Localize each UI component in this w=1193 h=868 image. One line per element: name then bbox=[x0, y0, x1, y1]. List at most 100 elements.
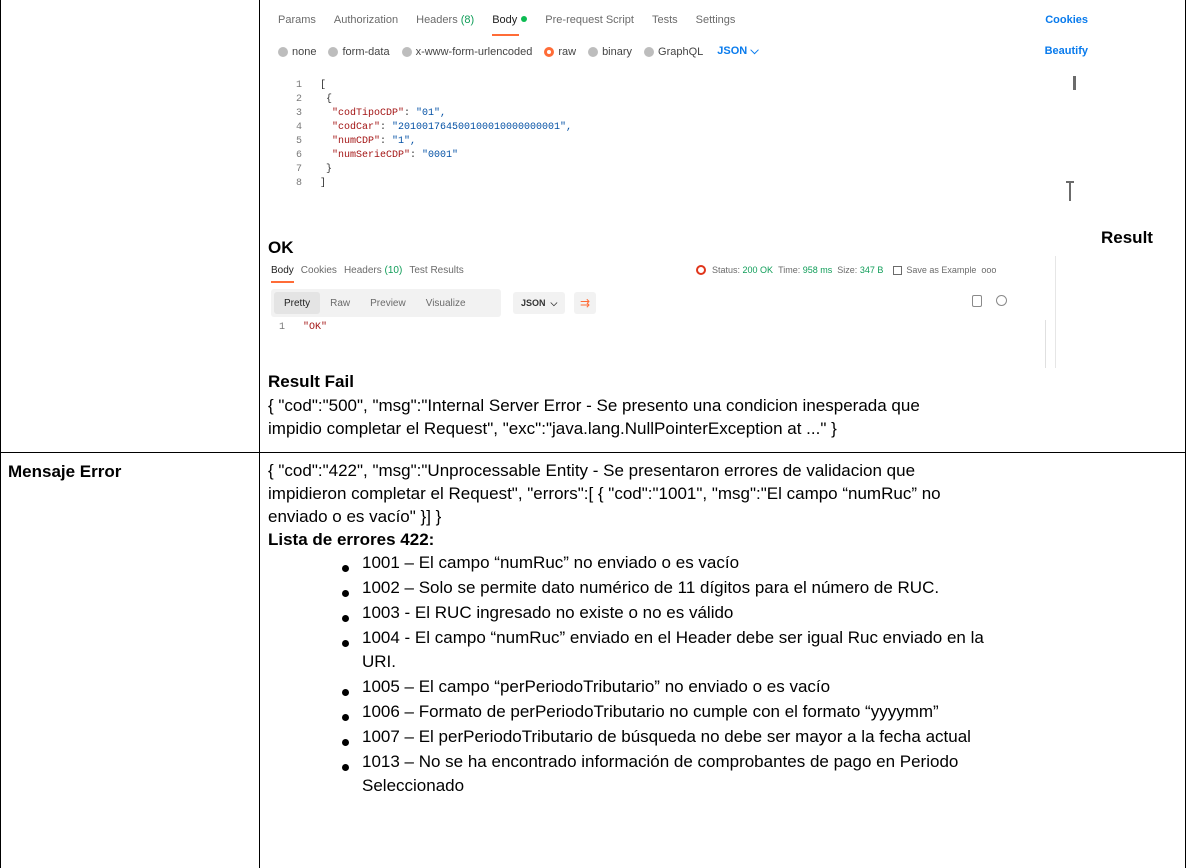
radio-graphql[interactable]: GraphQL bbox=[644, 46, 703, 58]
code-line: 6 "numSerieCDP": "0001" bbox=[272, 150, 1072, 161]
table-border-right bbox=[1185, 0, 1186, 868]
line-number: 1 bbox=[295, 80, 302, 91]
code-line: 1[ bbox=[272, 80, 1072, 91]
code-line: 2{ bbox=[272, 94, 1072, 105]
list-item: 1003 - El RUC ingresado no existe o no e… bbox=[362, 603, 734, 622]
status-value[interactable]: 200 OK bbox=[743, 265, 774, 275]
bullet-icon bbox=[342, 590, 349, 597]
format-select[interactable]: JSON ⌵ bbox=[717, 45, 758, 58]
response-format-select[interactable]: JSON ⌵ bbox=[513, 292, 566, 314]
tab-body[interactable]: Body bbox=[492, 14, 528, 36]
chevron-down-icon: ⌵ bbox=[750, 45, 759, 57]
response-scrollbar[interactable] bbox=[1045, 320, 1046, 368]
code-text: { bbox=[326, 94, 333, 105]
tab-headers-label: Headers bbox=[416, 14, 458, 26]
json-value: "01", bbox=[416, 108, 447, 119]
size-value[interactable]: 347 B bbox=[860, 265, 884, 275]
radio-urlencoded-label: x-www-form-urlencoded bbox=[415, 45, 533, 58]
bullet-icon bbox=[342, 714, 349, 721]
view-mode-selector: Pretty Raw Preview Visualize bbox=[271, 289, 501, 317]
search-icon[interactable] bbox=[996, 295, 1007, 306]
radio-none-icon bbox=[278, 46, 288, 57]
code-text: } bbox=[326, 164, 333, 175]
list-item-continuation: URI. bbox=[362, 652, 396, 671]
more-options-icon[interactable]: ooo bbox=[981, 265, 996, 275]
document-page: Mensaje Error Params Authorization Heade… bbox=[0, 0, 1193, 868]
tab-authorization[interactable]: Authorization bbox=[334, 14, 398, 30]
line-number: 8 bbox=[295, 178, 302, 189]
line-number: 2 bbox=[295, 94, 302, 105]
view-raw[interactable]: Raw bbox=[320, 289, 360, 317]
view-visualize[interactable]: Visualize bbox=[416, 289, 476, 317]
beautify-button[interactable]: Beautify bbox=[1045, 45, 1088, 57]
save-as-example-button[interactable]: Save as Example bbox=[906, 265, 976, 275]
list-item: 1013 – No se ha encontrado información d… bbox=[362, 752, 959, 771]
tab-headers[interactable]: Headers (8) bbox=[416, 14, 474, 30]
bullet-icon bbox=[342, 764, 349, 771]
radio-raw-label: raw bbox=[558, 45, 577, 58]
code-line: 8] bbox=[272, 178, 1072, 189]
line-number: 4 bbox=[295, 122, 302, 133]
tab-response-body[interactable]: Body bbox=[271, 265, 294, 283]
mensaje-error-line-1: { "cod":"422", "msg":"Unprocessable Enti… bbox=[268, 461, 916, 480]
table-row-divider bbox=[0, 452, 1186, 453]
tab-response-cookies[interactable]: Cookies bbox=[301, 265, 337, 276]
tab-test-results[interactable]: Test Results bbox=[409, 265, 463, 276]
result-ok-heading-part1: Result bbox=[1101, 228, 1153, 247]
bullet-icon bbox=[342, 615, 349, 622]
tab-tests[interactable]: Tests bbox=[652, 14, 678, 30]
code-line: 4 "codCar": "201001764500100010000000001"… bbox=[272, 122, 1072, 133]
radio-form-data-label: form-data bbox=[342, 45, 390, 58]
tab-response-headers-label: Headers bbox=[343, 265, 382, 276]
bullet-icon bbox=[342, 739, 349, 746]
view-pretty[interactable]: Pretty bbox=[274, 292, 321, 314]
tab-pre-request-script[interactable]: Pre-request Script bbox=[545, 14, 634, 30]
wrap-lines-icon[interactable]: ⇉ bbox=[574, 292, 596, 314]
time-value[interactable]: 958 ms bbox=[803, 265, 833, 275]
line-number: 6 bbox=[295, 150, 302, 161]
view-preview[interactable]: Preview bbox=[360, 289, 416, 317]
bullet-icon bbox=[342, 689, 349, 696]
radio-raw[interactable]: raw bbox=[544, 46, 576, 58]
body-indicator-dot bbox=[521, 16, 528, 22]
cookies-link[interactable]: Cookies bbox=[1045, 14, 1088, 26]
globe-icon[interactable] bbox=[696, 265, 706, 275]
list-item: 1006 – Formato de perPeriodoTributario n… bbox=[362, 702, 939, 721]
tab-body-label: Body bbox=[492, 14, 518, 26]
table-border-middle bbox=[259, 0, 260, 868]
radio-graphql-label: GraphQL bbox=[658, 45, 704, 58]
radio-urlencoded-icon bbox=[401, 46, 412, 57]
request-tabs: Params Authorization Headers (8) Body Pr… bbox=[278, 14, 753, 36]
editor-scrollbar[interactable] bbox=[1073, 76, 1076, 90]
request-panel: Params Authorization Headers (8) Body Pr… bbox=[268, 0, 1098, 222]
radio-graphql-icon bbox=[644, 46, 655, 57]
response-value: "OK" bbox=[303, 322, 328, 333]
code-text: ] bbox=[320, 178, 327, 189]
copy-icon[interactable] bbox=[972, 295, 982, 307]
list-item: 1002 – Solo se permite dato numérico de … bbox=[362, 578, 940, 597]
radio-form-data[interactable]: form-data bbox=[328, 45, 390, 58]
radio-none[interactable]: none bbox=[278, 46, 316, 58]
line-number: 7 bbox=[295, 164, 302, 175]
tab-response-headers[interactable]: Headers (10) bbox=[344, 265, 402, 276]
code-line: 3 "codTipoCDP": "01", bbox=[272, 108, 1072, 119]
response-headers-count: (10) bbox=[384, 265, 403, 276]
radio-binary[interactable]: binary bbox=[588, 46, 632, 58]
response-tabs: Body Cookies Headers (10) Test Results bbox=[271, 265, 471, 283]
list-item-continuation: Seleccionado bbox=[362, 776, 465, 795]
request-body-editor[interactable]: 1[ 2{ 3 "codTipoCDP": "01", 4 "codCar": "2… bbox=[272, 76, 1088, 222]
save-icon bbox=[893, 265, 903, 275]
list-item: 1007 – El perPeriodoTributario de búsque… bbox=[362, 727, 971, 746]
radio-none-label: none bbox=[292, 45, 317, 58]
radio-urlencoded[interactable]: x-www-form-urlencoded bbox=[401, 45, 533, 58]
tab-settings[interactable]: Settings bbox=[696, 14, 736, 30]
tab-params[interactable]: Params bbox=[278, 14, 316, 30]
json-value: "1", bbox=[392, 136, 417, 147]
chevron-down-icon: ⌵ bbox=[550, 297, 558, 308]
code-line: 5 "numCDP": "1", bbox=[272, 136, 1072, 147]
errores-heading: Lista de errores 422: bbox=[268, 530, 435, 549]
text-cursor-stem bbox=[1069, 181, 1071, 201]
size-label: Size: bbox=[837, 265, 858, 275]
radio-raw-icon bbox=[544, 46, 555, 57]
code-text: [ bbox=[320, 80, 327, 91]
